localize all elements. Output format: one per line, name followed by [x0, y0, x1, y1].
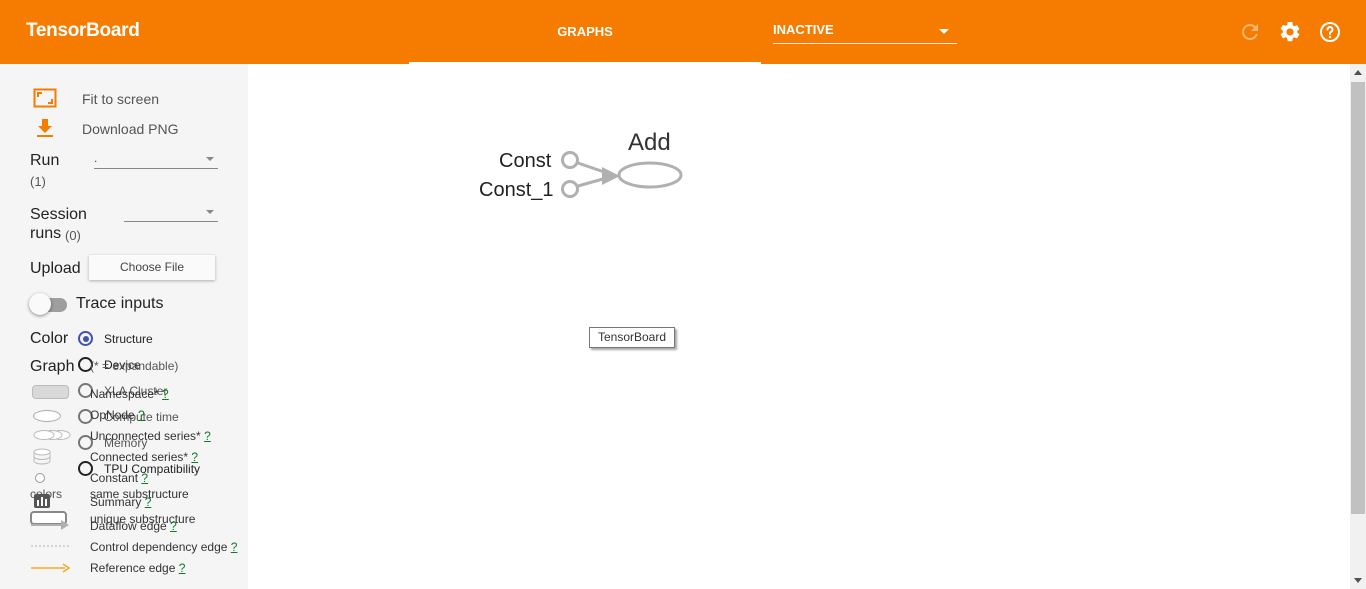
help-link[interactable]: ? — [231, 540, 238, 554]
unconnected-series-legend-shape — [33, 430, 71, 440]
constant-legend-shape — [35, 473, 45, 483]
add-node[interactable] — [617, 161, 683, 189]
tab-graphs-label: GRAPHS — [557, 24, 613, 39]
tab-graphs[interactable]: GRAPHS — [409, 0, 761, 64]
dataflow-edge-legend-arrow — [31, 520, 69, 530]
trace-inputs-label: Trace inputs — [76, 295, 164, 312]
legend-reference-edge: Reference edge ? — [90, 561, 186, 575]
legend-connected-series: Connected series* ? — [90, 450, 199, 464]
graph-edges — [561, 151, 683, 198]
toggle-knob[interactable] — [29, 293, 51, 315]
const-node-label[interactable]: Const — [499, 150, 551, 173]
color-option-structure: Structure — [104, 332, 153, 346]
reference-edge-legend-arrow — [31, 563, 71, 573]
run-label: Run — [30, 152, 60, 169]
session-runs-label-line2: runs — [30, 225, 62, 242]
summary-legend-icon — [34, 494, 50, 508]
help-link[interactable]: ? — [145, 495, 152, 509]
legend-constant: Constant ? — [90, 471, 149, 485]
scroll-down-arrow[interactable] — [1354, 578, 1362, 583]
namespace-legend-shape — [32, 385, 69, 399]
const-1-node[interactable] — [561, 180, 579, 198]
graph-controls-sidebar: Fit to screen Download PNG Run (1) . Ses… — [0, 64, 248, 589]
legend-unconnected-series: Unconnected series* ? — [90, 429, 211, 443]
const-1-node-label[interactable]: Const_1 — [479, 179, 554, 202]
help-link[interactable]: ? — [170, 519, 177, 533]
gear-icon[interactable] — [1278, 20, 1302, 44]
scroll-up-arrow[interactable] — [1354, 70, 1362, 75]
inactive-dropdown-label: INACTIVE — [773, 22, 834, 37]
help-link[interactable]: ? — [179, 561, 186, 575]
help-link[interactable]: ? — [204, 429, 211, 443]
const-node[interactable] — [561, 151, 579, 169]
edge-arrowhead — [602, 167, 620, 185]
help-link[interactable]: ? — [162, 387, 169, 401]
chevron-down-icon — [939, 29, 949, 34]
legend-namespace: Namespace* ? — [90, 387, 169, 401]
run-dropdown-value: . — [94, 151, 98, 165]
help-icon[interactable] — [1318, 20, 1342, 44]
fit-to-screen-button[interactable]: Fit to screen — [82, 91, 159, 107]
top-app-bar: TensorBoard GRAPHS INACTIVE — [0, 0, 1366, 64]
legend-control-dependency-edge: Control dependency edge ? — [90, 540, 238, 554]
chevron-down-icon — [206, 210, 214, 214]
opnode-legend-shape — [33, 410, 61, 422]
inactive-plugins-dropdown[interactable]: INACTIVE — [773, 22, 957, 44]
legend-summary: Summary ? — [90, 495, 152, 509]
download-png-button[interactable]: Download PNG — [82, 121, 179, 137]
run-count: (1) — [30, 174, 46, 189]
legend-dataflow-edge: Dataflow edge ? — [90, 519, 177, 533]
scrollbar-thumb[interactable] — [1351, 82, 1365, 514]
upload-label: Upload — [30, 260, 81, 277]
run-dropdown[interactable]: . — [94, 149, 218, 169]
download-icon[interactable] — [36, 118, 54, 138]
session-runs-count: (0) — [65, 228, 81, 243]
chevron-down-icon — [206, 157, 214, 161]
expandable-note: (* = expandable) — [90, 359, 179, 373]
session-runs-label-line1: Session — [30, 206, 87, 223]
help-link[interactable]: ? — [191, 450, 198, 464]
fit-to-screen-icon[interactable] — [33, 88, 57, 108]
help-link[interactable]: ? — [141, 471, 148, 485]
help-link[interactable]: ? — [138, 408, 145, 422]
color-label: Color — [30, 330, 69, 347]
app-title: TensorBoard — [26, 20, 140, 41]
graph-canvas[interactable] — [248, 64, 1350, 589]
add-node-label[interactable]: Add — [628, 129, 671, 157]
choose-file-button[interactable]: Choose File — [89, 255, 215, 280]
control-edge-legend-line — [31, 545, 69, 547]
connected-series-legend-shape — [33, 448, 51, 465]
session-runs-dropdown[interactable] — [124, 202, 218, 222]
tooltip: TensorBoard — [589, 327, 675, 348]
color-radio-structure[interactable] — [78, 331, 93, 346]
graph-legend-label: Graph — [30, 358, 75, 375]
legend-opnode: OpNode ? — [90, 408, 145, 422]
refresh-icon[interactable] — [1238, 20, 1262, 44]
